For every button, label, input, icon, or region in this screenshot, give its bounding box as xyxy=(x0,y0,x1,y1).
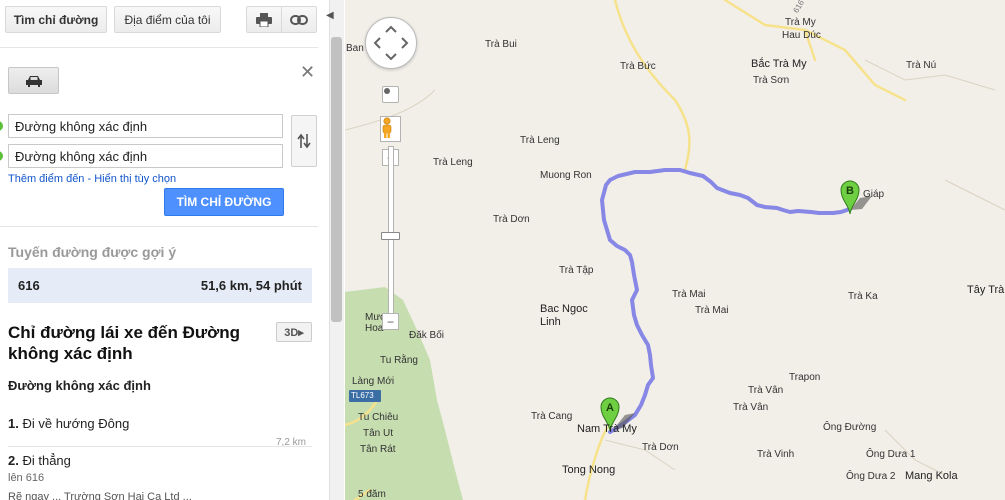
route-summary: 51,6 km, 54 phút xyxy=(200,278,302,293)
swap-endpoints-button[interactable] xyxy=(291,115,317,167)
place-label: Giáp xyxy=(863,189,885,200)
place-label: Trà Tập xyxy=(559,265,594,276)
zoom-slider-thumb[interactable] xyxy=(381,232,400,240)
step-subtext: lên 616 xyxy=(8,472,45,484)
place-label: Trà Dơn xyxy=(642,442,679,453)
destination-marker-icon xyxy=(0,151,3,161)
get-directions-button[interactable]: Tìm chỉ đường xyxy=(5,6,107,33)
step-emphasis: Đông xyxy=(98,416,130,431)
direction-step-partial[interactable]: Rẽ ngay ... Trường Sơn Hai Ca Ltd ... xyxy=(8,491,192,500)
road xyxy=(613,0,691,172)
my-places-button[interactable]: Địa điểm của tôi xyxy=(114,6,221,33)
place-label: Trà Ka xyxy=(848,291,878,302)
destination-input[interactable] xyxy=(8,144,283,168)
car-icon xyxy=(25,75,42,87)
pegman-icon xyxy=(382,117,392,138)
link-button[interactable] xyxy=(281,6,317,33)
direction-step[interactable]: 1. Đi về hướng Đông xyxy=(8,416,129,431)
map-layer xyxy=(345,0,1005,500)
place-label: Hau Dúc xyxy=(782,30,821,41)
place-label: Trà Sơn xyxy=(753,75,790,86)
add-destination-link[interactable]: Thêm điểm đến xyxy=(8,173,84,185)
place-label: Tu Chiêu xyxy=(358,412,399,423)
place-label: 5 đăm xyxy=(358,489,386,500)
divider xyxy=(8,446,312,447)
divider xyxy=(0,47,318,48)
place-label: Trà Leng xyxy=(433,157,473,168)
place-label: Tân Ut xyxy=(363,428,394,439)
start-location-name: Đường không xác định xyxy=(8,378,151,393)
step-text: Đi về hướng xyxy=(22,416,99,431)
place-label: Tu Rằng xyxy=(380,355,418,366)
place-label: Muong Ron xyxy=(540,170,592,181)
zoom-reset-button[interactable] xyxy=(382,86,399,103)
zoom-out-button[interactable]: − xyxy=(382,313,399,330)
origin-input[interactable] xyxy=(8,114,283,138)
place-label: Trà Dơn xyxy=(493,214,530,225)
collapse-panel-icon[interactable]: ◀ xyxy=(326,10,334,21)
place-label: Trà Vân xyxy=(748,385,784,396)
marker-a-label: A xyxy=(606,402,614,414)
form-links: Thêm điểm đến - Hiển thị tùy chọn xyxy=(8,173,176,185)
place-label: Mang Kola xyxy=(905,470,958,482)
dot-icon xyxy=(384,88,390,94)
marker-b-label: B xyxy=(846,185,854,197)
place-label: Trà Mai xyxy=(695,305,729,316)
3d-button[interactable]: 3D▸ xyxy=(276,322,312,342)
scrollbar-thumb[interactable] xyxy=(331,37,342,322)
step-text: Đi thẳng xyxy=(22,453,71,468)
place-label: Tong Nong xyxy=(562,464,616,476)
route-name: 616 xyxy=(18,278,40,293)
get-directions-submit-button[interactable]: TÌM CHỈ ĐƯỜNG xyxy=(164,188,284,216)
map-canvas[interactable]: A B Trà My Hau Dúc Bắc Trà My Trà Sơn Tr… xyxy=(345,0,1005,500)
place-label: Trà Nú xyxy=(906,60,937,71)
route-line xyxy=(600,168,852,434)
close-icon[interactable]: ✕ xyxy=(300,62,315,83)
place-label: Trà Mai xyxy=(672,289,706,300)
place-label: Trà Bui xyxy=(485,39,517,50)
place-label: Bắc Trà My xyxy=(751,58,807,70)
place-label: Trà Vân xyxy=(733,402,769,413)
pan-arrows-icon xyxy=(373,25,409,61)
road-shield-label: TL673 xyxy=(351,391,374,400)
place-label: Ban xyxy=(346,43,364,54)
place-label: Ông Dưa 1 xyxy=(866,449,916,460)
place-label: Trà Bức xyxy=(620,61,656,72)
place-label: Trapon xyxy=(789,372,821,383)
zoom-control[interactable]: + − xyxy=(380,86,401,336)
divider xyxy=(0,226,318,227)
driving-mode-button[interactable] xyxy=(8,67,59,94)
road xyxy=(723,0,907,102)
place-label: Bac Ngoc Linh xyxy=(540,303,588,328)
place-label: Làng Mới xyxy=(352,376,395,387)
directions-title: Chỉ đường lái xe đến Đường không xác địn… xyxy=(8,323,241,363)
suggested-routes-title: Tuyến đường được gợi ý xyxy=(8,244,177,260)
place-label: Trà My xyxy=(785,17,816,28)
directions-panel: Tìm chỉ đường Địa điểm của tôi ✕ Thêm đi… xyxy=(0,0,318,500)
place-label: Trà Leng xyxy=(520,135,560,146)
step-number: 2. xyxy=(8,453,19,468)
link-icon xyxy=(290,14,308,25)
show-options-link[interactable]: Hiển thị tùy chọn xyxy=(94,173,176,185)
step-number: 1. xyxy=(8,416,19,431)
place-label: Ông Đường xyxy=(823,422,877,433)
print-button[interactable] xyxy=(246,6,282,33)
place-label: Ông Dưa 2 xyxy=(846,471,896,482)
place-label: Trà Cang xyxy=(531,411,573,422)
print-icon xyxy=(256,12,272,27)
origin-marker-icon xyxy=(0,121,3,131)
street-view-button[interactable] xyxy=(380,116,401,142)
marker-b-icon[interactable]: B xyxy=(840,180,860,214)
pan-control[interactable] xyxy=(365,17,417,69)
place-label: Nam Trà My xyxy=(577,423,637,435)
route-option[interactable]: 616 51,6 km, 54 phút xyxy=(8,268,312,303)
local-road xyxy=(944,179,1005,211)
link-separator: - xyxy=(84,173,95,185)
place-label: Tân Rát xyxy=(360,444,396,455)
place-label: Đăk Bối xyxy=(409,330,445,341)
direction-step[interactable]: 2. Đi thẳng xyxy=(8,453,71,468)
swap-icon xyxy=(297,133,311,149)
place-label: Trà Vinh xyxy=(757,449,795,460)
place-label: Tây Trà xyxy=(967,284,1005,296)
